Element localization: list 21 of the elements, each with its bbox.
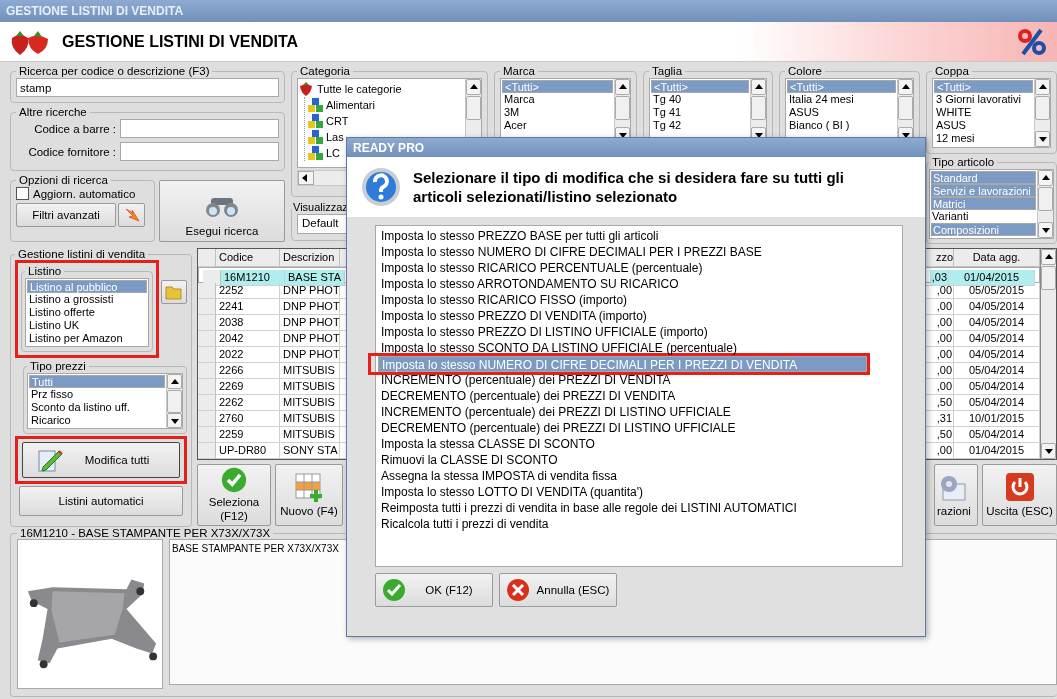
group-label: Taglia — [651, 65, 684, 77]
group-label: Altre ricerche — [18, 106, 88, 118]
group-label: Visualizzaz — [292, 201, 349, 213]
group-label: Marca — [502, 65, 536, 77]
dialog-message: Selezionare il tipo di modifica che si desidera fare su tutti gli articoli selezionati/listino selezionato — [413, 168, 845, 206]
window-title: GESTIONE LISTINI DI VENDITA — [6, 4, 184, 18]
field-label: Codice a barre : — [33, 122, 116, 135]
group-label: Colore — [787, 65, 823, 77]
group-label: Coppa — [934, 65, 970, 77]
group-label: Listino — [27, 265, 63, 277]
group-label: Categoria — [299, 65, 351, 77]
group-label: Ricerca per codice o descrizione (F3) — [18, 65, 211, 77]
dialog-title: READY PRO — [353, 141, 425, 155]
group-label: Tipo articolo — [931, 156, 996, 168]
group-label: Gestione listini di vendita — [17, 248, 147, 260]
field-label: Codice fornitore : — [27, 145, 116, 158]
page-title: GESTIONE LISTINI DI VENDITA — [62, 32, 300, 51]
group-label: Opzioni di ricerca — [18, 174, 109, 186]
group-label: Tipo prezzi — [29, 360, 87, 372]
checkbox-label: Aggiorn. automatico — [33, 187, 136, 200]
group-label: 16M1210 - BASE STAMPANTE PER X73X/X73X — [19, 527, 272, 539]
